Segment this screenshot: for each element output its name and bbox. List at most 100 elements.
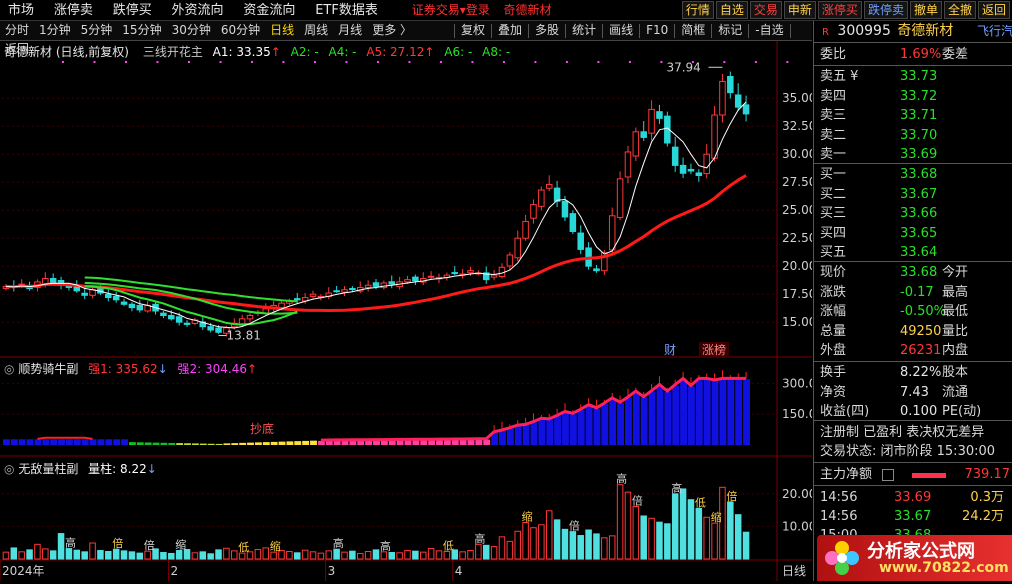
sub1-bar xyxy=(176,443,184,445)
sub1-bar xyxy=(105,439,113,445)
candle-body xyxy=(372,282,380,287)
volume-bar xyxy=(656,521,663,560)
sub1-bar xyxy=(546,419,554,445)
tool-button-7[interactable]: 标记 xyxy=(713,21,747,40)
tool-button-6[interactable]: 简框 xyxy=(676,21,710,40)
period-tag: 日线 xyxy=(782,564,806,578)
candle-body xyxy=(640,131,647,138)
menu-item-market[interactable]: 市场 xyxy=(0,1,42,21)
sub1-bar xyxy=(302,440,310,445)
sub1-bar xyxy=(420,440,428,445)
volume-bar xyxy=(545,510,553,560)
expand-icon[interactable] xyxy=(882,469,894,481)
watermark-url: www.70822.com xyxy=(879,560,1009,576)
quick-button-4[interactable]: 涨停买 xyxy=(817,1,862,19)
period-tab-9[interactable]: 更多 〉 xyxy=(367,21,417,40)
volume-bar xyxy=(419,551,427,560)
menu-item-fund-flow[interactable]: 资金流向 xyxy=(235,1,303,21)
volume-bar xyxy=(514,530,521,560)
tool-button-0[interactable]: 复权 xyxy=(456,21,490,40)
sub1-bar xyxy=(569,414,577,445)
volume-bar xyxy=(530,527,537,560)
volume-bar xyxy=(160,551,167,560)
candle-body xyxy=(168,314,175,320)
volume-bar xyxy=(2,551,10,560)
quick-button-1[interactable]: 自选 xyxy=(715,1,748,19)
sub1-bar xyxy=(128,442,136,445)
sub1-name: 顺势骑牛副 xyxy=(18,362,79,376)
sub2-collapse-icon[interactable]: ◎ xyxy=(4,462,14,476)
volume-bar xyxy=(341,551,348,560)
ask-label: 卖二 xyxy=(820,127,847,143)
volume-bar xyxy=(325,550,333,560)
volume-mark: 缩 xyxy=(522,510,533,523)
tool-button-2[interactable]: 多股 xyxy=(530,21,564,40)
tool-button-4[interactable]: 画线 xyxy=(604,21,638,40)
bid-value: 33.64 xyxy=(900,245,938,261)
menu-item-etf-table[interactable]: ETF数据表 xyxy=(307,1,386,21)
sub1-bar xyxy=(160,442,168,445)
signal-dot xyxy=(156,61,159,63)
stat-label: 净资 xyxy=(820,384,847,400)
volume-mark: 倍 xyxy=(726,489,737,503)
tool-button-5[interactable]: F10 xyxy=(641,21,673,40)
sub1-collapse-icon[interactable]: ◎ xyxy=(4,362,14,376)
sub1-bar xyxy=(97,439,105,445)
quick-button-6[interactable]: 撤单 xyxy=(909,1,942,19)
candle-body xyxy=(364,284,372,288)
main-net-row: 主力净额 739.17 xyxy=(818,465,1010,484)
chart-svg[interactable]: 35.00 32.50 30.00 27.50 25.00 22.50 20.00 17.50… xyxy=(0,41,816,581)
volume-bar xyxy=(356,552,364,560)
sub1-bar xyxy=(451,439,459,445)
y-tick-label: 22.50 xyxy=(782,231,812,245)
period-tab-6[interactable]: 日线 xyxy=(265,21,299,40)
tick-time: 14:56 xyxy=(820,490,858,505)
volume-bar xyxy=(380,551,388,560)
tool-button-8[interactable]: -自选 xyxy=(750,21,788,40)
candle-body xyxy=(412,276,419,282)
quick-button-5[interactable]: 跌停卖 xyxy=(863,1,908,19)
volume-mark: 缩 xyxy=(711,511,722,524)
signal-dot xyxy=(124,61,127,63)
quick-button-0[interactable]: 行情 xyxy=(681,1,714,19)
sub2-name: 无敌量柱副 xyxy=(18,462,79,476)
tool-button-1[interactable]: 叠加 xyxy=(493,21,527,40)
signal-dot xyxy=(786,61,789,63)
period-tab-5[interactable]: 60分钟 xyxy=(216,21,265,40)
period-tab-1[interactable]: 1分钟 xyxy=(34,21,76,40)
net-bar xyxy=(912,473,946,478)
sub1-bar xyxy=(294,441,302,445)
candle-body xyxy=(687,168,695,172)
period-tab-4[interactable]: 30分钟 xyxy=(167,21,216,40)
menu-item-limit-up-sell[interactable]: 涨停卖 xyxy=(46,1,101,21)
candle-body xyxy=(49,278,57,284)
weicha-label: 委差 xyxy=(942,47,969,62)
quick-button-2[interactable]: 交易 xyxy=(749,1,782,19)
legend-a1: A1: 33.35 xyxy=(212,45,271,59)
menu-item-foreign-flow[interactable]: 外资流向 xyxy=(164,1,232,21)
period-tab-0[interactable]: 分时 xyxy=(0,21,34,40)
menu-item-limit-down-buy[interactable]: 跌停买 xyxy=(105,1,160,21)
period-tab-8[interactable]: 月线 xyxy=(333,21,367,40)
quick-button-7[interactable]: 全撤 xyxy=(943,1,976,19)
login-link[interactable]: 证券交易▾登录 xyxy=(404,0,498,20)
bid-row: 买一 33.68 xyxy=(818,165,1010,184)
volume-bar xyxy=(727,501,734,560)
concept-tag[interactable]: 飞行汽 xyxy=(977,21,1012,41)
volume-bar xyxy=(26,549,33,560)
quick-button-3[interactable]: 申新 xyxy=(783,1,816,19)
candle-body xyxy=(404,279,411,283)
stat-row: 净资 7.43 流通 xyxy=(818,383,1010,402)
period-tab-3[interactable]: 15分钟 xyxy=(117,21,166,40)
period-tab-7[interactable]: 周线 xyxy=(299,21,333,40)
quick-button-8[interactable]: 返回 xyxy=(977,1,1010,19)
sub1-bar xyxy=(538,419,546,445)
signal-dot xyxy=(62,61,64,63)
tool-button-3[interactable]: 统计 xyxy=(567,21,601,40)
sub1-bar xyxy=(735,379,743,445)
sub1-legend: ◎ 顺势骑牛副 强1: 335.62↓ 强2: 304.46↑ xyxy=(4,360,257,377)
candle-body xyxy=(160,312,167,316)
period-tab-2[interactable]: 5分钟 xyxy=(76,21,118,40)
sub1-bar xyxy=(522,425,530,445)
sub1-bar xyxy=(254,442,262,445)
